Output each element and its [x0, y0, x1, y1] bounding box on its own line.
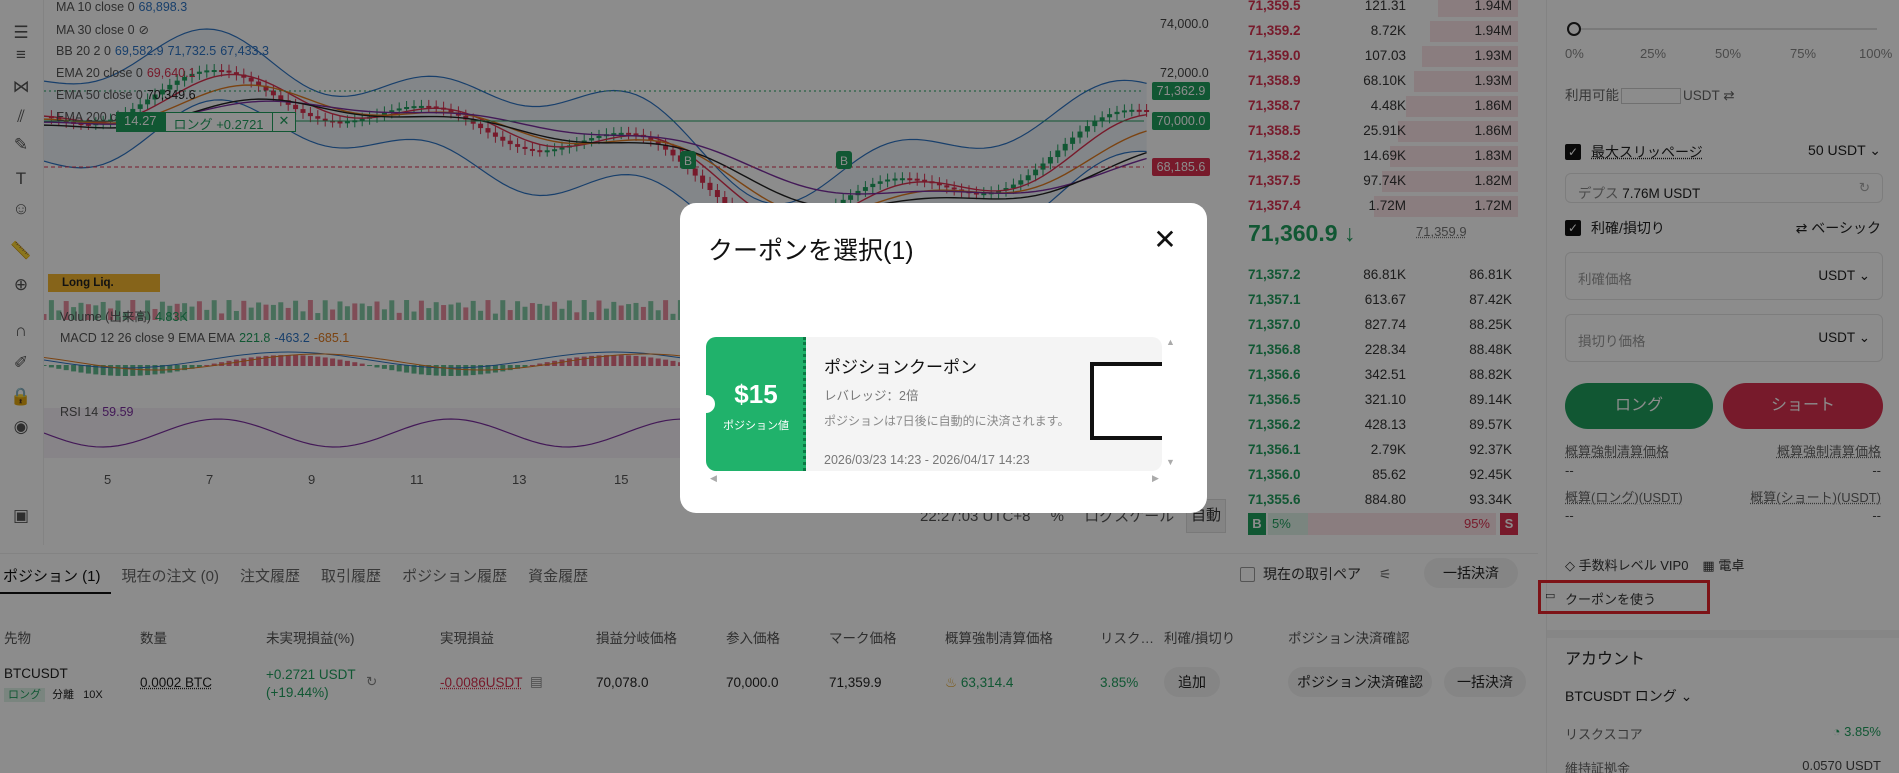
scroll-left-icon[interactable]: ◀: [710, 473, 717, 484]
coupon-card[interactable]: $15 ポジション値 ポジションクーポン レバレッジ：2倍 ポジションは7日後に…: [706, 337, 1162, 471]
scroll-up-icon[interactable]: ▲: [1166, 337, 1175, 347]
scroll-down-icon[interactable]: ▼: [1166, 457, 1175, 467]
coupon-name: ポジションクーポン: [824, 358, 977, 377]
modal-title: クーポンを選択(1): [708, 237, 914, 265]
coupon-leverage: レバレッジ：2倍: [824, 389, 919, 403]
close-icon[interactable]: ✕: [1153, 226, 1177, 254]
coupon-select-box[interactable]: [1090, 362, 1162, 440]
coupon-value-block: $15 ポジション値: [706, 337, 806, 471]
coupon-amount: $15: [734, 379, 778, 409]
scroll-right-icon[interactable]: ▶: [1152, 473, 1159, 484]
coupon-description: ポジションは7日後に自動的に決済されます。: [824, 414, 1070, 428]
coupon-amount-sub: ポジション値: [723, 420, 789, 432]
coupon-validity: 2026/03/23 14:23 - 2026/04/17 14:23: [824, 453, 1030, 467]
coupon-modal: クーポンを選択(1) ✕ $15 ポジション値 ポジションクーポン レバレッジ：…: [680, 203, 1207, 513]
